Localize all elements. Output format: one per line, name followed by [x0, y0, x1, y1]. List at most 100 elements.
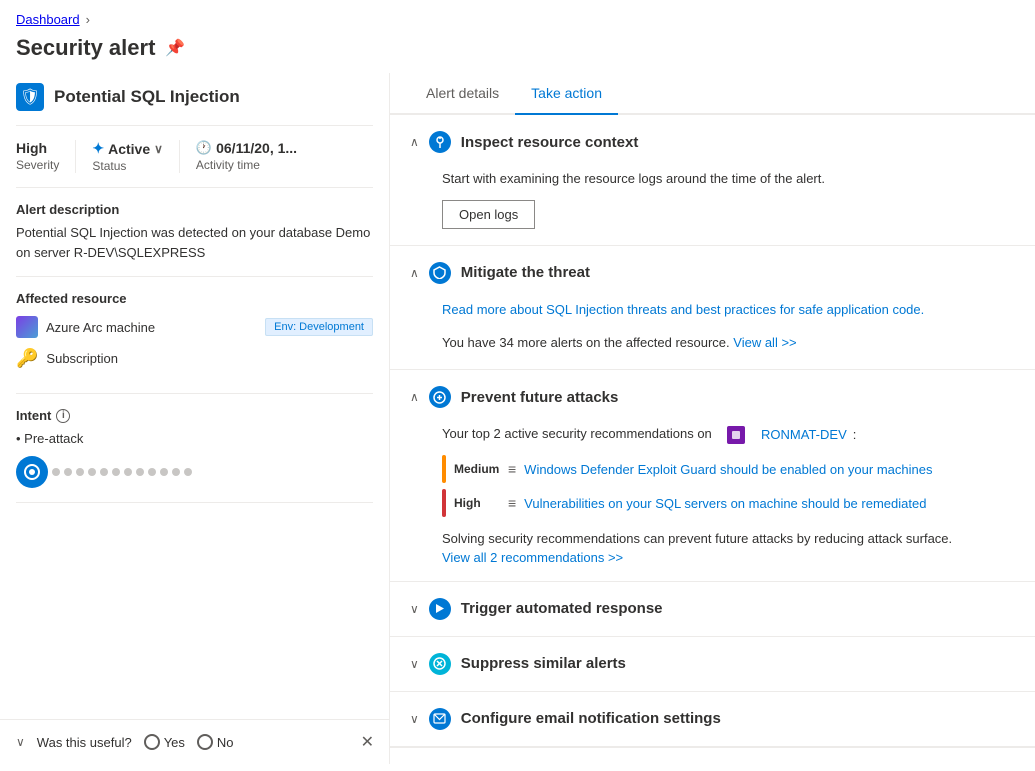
- feedback-text: Was this useful?: [37, 735, 132, 750]
- mitigate-title: Mitigate the threat: [461, 264, 590, 281]
- inspect-header[interactable]: ∧ Inspect resource context: [390, 115, 1035, 169]
- tabs-row: Alert details Take action: [390, 73, 1035, 115]
- timeline-dot-10: [160, 468, 168, 476]
- timeline-dot-7: [124, 468, 132, 476]
- status-label: Status: [92, 159, 163, 173]
- prevent-body: Your top 2 active security recommendatio…: [390, 424, 1035, 581]
- arc-machine-icon: [16, 316, 38, 338]
- activity-time-label: Activity time: [196, 158, 297, 172]
- left-panel: 🛡 Potential SQL Injection High Severity …: [0, 73, 390, 764]
- timeline-dot-6: [112, 468, 120, 476]
- main-container: 🛡 Potential SQL Injection High Severity …: [0, 73, 1035, 764]
- mitigate-chevron-icon: ∧: [410, 266, 419, 280]
- inspect-body: Start with examining the resource logs a…: [390, 169, 1035, 245]
- severity-meta: High Severity: [16, 140, 75, 173]
- suppress-section: ∨ Suppress similar alerts: [390, 637, 1035, 692]
- open-logs-button[interactable]: Open logs: [442, 200, 535, 229]
- suppress-header[interactable]: ∨ Suppress similar alerts: [390, 637, 1035, 691]
- alert-name: Potential SQL Injection: [54, 87, 240, 107]
- affected-resource-section: Affected resource Azure Arc machine Env:…: [16, 277, 373, 394]
- recommendations-list: Medium ≡ Windows Defender Exploit Guard …: [442, 455, 1015, 517]
- feedback-yes-radio[interactable]: [144, 734, 160, 750]
- email-icon: [429, 708, 451, 730]
- alert-description-section: Alert description Potential SQL Injectio…: [16, 188, 373, 277]
- timeline-dot-active: [16, 456, 48, 488]
- status-meta: ✦ Active ∨ Status: [92, 140, 179, 173]
- subscription-row: 🔑 Subscription: [16, 348, 373, 369]
- timeline-dot-11: [172, 468, 180, 476]
- timeline-dot-2: [64, 468, 72, 476]
- prevent-section: ∧ Prevent future attacks Your top 2 acti…: [390, 370, 1035, 582]
- timeline-dot-12: [184, 468, 192, 476]
- meta-row: High Severity ✦ Active ∨ Status 🕐 06/11/…: [16, 126, 373, 188]
- right-panel: Alert details Take action ∧ Inspect reso…: [390, 73, 1035, 764]
- arc-machine-row: Azure Arc machine Env: Development: [16, 316, 373, 338]
- prevent-title: Prevent future attacks: [461, 389, 619, 406]
- pin-icon[interactable]: 📌: [165, 38, 185, 58]
- trigger-header[interactable]: ∨ Trigger automated response: [390, 582, 1035, 636]
- rec-lines-icon-0: ≡: [508, 461, 516, 477]
- feedback-yes-option[interactable]: Yes: [144, 734, 185, 750]
- feedback-no-radio[interactable]: [197, 734, 213, 750]
- breadcrumb: Dashboard ›: [0, 0, 1035, 31]
- intent-title: Intent i: [16, 408, 373, 423]
- mitigate-header[interactable]: ∧ Mitigate the threat: [390, 246, 1035, 300]
- prevent-chevron-icon: ∧: [410, 390, 419, 404]
- status-value: ✦ Active ∨: [92, 140, 163, 157]
- trigger-chevron-icon: ∨: [410, 602, 419, 616]
- recommendation-link-0[interactable]: Windows Defender Exploit Guard should be…: [524, 462, 932, 477]
- trigger-icon: [429, 598, 451, 620]
- feedback-yes-label: Yes: [164, 735, 185, 750]
- feedback-no-label: No: [217, 735, 234, 750]
- inspect-icon: [429, 131, 451, 153]
- feedback-close-button[interactable]: ✕: [361, 732, 374, 752]
- view-all-recommendations-link[interactable]: View all 2 recommendations >>: [442, 550, 623, 565]
- rec-lines-icon-1: ≡: [508, 495, 516, 511]
- severity-value: High: [16, 140, 59, 156]
- feedback-chevron-icon[interactable]: ∨: [16, 735, 25, 749]
- mitigate-link[interactable]: Read more about SQL Injection threats an…: [442, 302, 924, 317]
- shield-icon: 🛡: [16, 83, 44, 111]
- intent-info-icon[interactable]: i: [56, 409, 70, 423]
- tab-take-action[interactable]: Take action: [515, 73, 618, 115]
- feedback-no-option[interactable]: No: [197, 734, 234, 750]
- mitigate-icon: [429, 262, 451, 284]
- prevent-resource-icon: [727, 426, 745, 444]
- timeline-dot-9: [148, 468, 156, 476]
- inspect-section: ∧ Inspect resource context Start with ex…: [390, 115, 1035, 246]
- prevent-header[interactable]: ∧ Prevent future attacks: [390, 370, 1035, 424]
- timeline-dot-5: [100, 468, 108, 476]
- configure-email-chevron-icon: ∨: [410, 712, 419, 726]
- activity-time-meta: 🕐 06/11/20, 1... Activity time: [196, 140, 313, 173]
- activity-time-value: 🕐 06/11/20, 1...: [196, 140, 297, 156]
- configure-email-header[interactable]: ∨ Configure email notification settings: [390, 692, 1035, 746]
- mitigate-body: Read more about SQL Injection threats an…: [390, 300, 1035, 370]
- tab-alert-details[interactable]: Alert details: [410, 73, 515, 115]
- timeline-dot-8: [136, 468, 144, 476]
- recommendation-row-0: Medium ≡ Windows Defender Exploit Guard …: [442, 455, 1015, 483]
- meta-divider-2: [179, 140, 180, 173]
- alert-description-text: Potential SQL Injection was detected on …: [16, 223, 373, 262]
- prevent-description: Your top 2 active security recommendatio…: [442, 424, 712, 445]
- breadcrumb-dashboard[interactable]: Dashboard: [16, 12, 80, 27]
- page-header: Security alert 📌: [0, 31, 1035, 73]
- recommendation-row-1: High ≡ Vulnerabilities on your SQL serve…: [442, 489, 1015, 517]
- mitigate-link-text: Read more about SQL Injection threats an…: [442, 300, 1015, 321]
- env-badge: Env: Development: [265, 318, 373, 336]
- arc-machine-name: Azure Arc machine: [46, 320, 257, 335]
- prevent-icon: [429, 386, 451, 408]
- intent-timeline: [16, 456, 373, 488]
- inspect-body-text: Start with examining the resource logs a…: [442, 169, 1015, 190]
- mitigate-view-all-link[interactable]: View all >>: [733, 335, 796, 350]
- intent-value: • Pre-attack: [16, 431, 373, 446]
- status-chevron-icon[interactable]: ∨: [154, 142, 163, 156]
- recommendation-link-1[interactable]: Vulnerabilities on your SQL servers on m…: [524, 496, 926, 511]
- next-action-bar: Next: Take Action >>: [390, 747, 1035, 764]
- alert-description-title: Alert description: [16, 202, 373, 217]
- severity-medium-label: Medium: [454, 462, 500, 476]
- prevent-resource-link[interactable]: RONMAT-DEV: [761, 427, 847, 442]
- severity-bar-medium: [442, 455, 446, 483]
- trigger-section: ∨ Trigger automated response: [390, 582, 1035, 637]
- clock-icon: 🕐: [196, 140, 212, 156]
- subscription-key-icon: 🔑: [16, 348, 38, 369]
